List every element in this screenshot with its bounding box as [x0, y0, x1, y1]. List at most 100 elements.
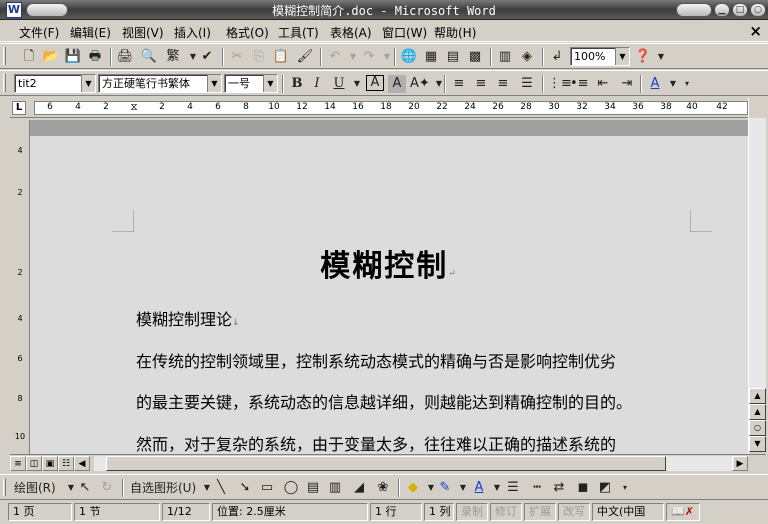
- font-combo[interactable]: 方正硬笔行书繁体 ▼: [98, 74, 222, 93]
- scroll-left-icon[interactable]: ◀: [74, 456, 90, 471]
- underline-icon[interactable]: U: [330, 75, 348, 93]
- status-extend[interactable]: 扩展: [524, 503, 556, 521]
- menu-file[interactable]: 文件(F): [19, 24, 59, 41]
- char-shading-icon[interactable]: A: [388, 75, 406, 93]
- decrease-indent-icon[interactable]: ⇤: [594, 75, 612, 93]
- copy-icon[interactable]: ⎘: [250, 48, 268, 66]
- document-line[interactable]: 的最主要关键，系统动态的信息越详细，则越能达到精确控制的目的。: [136, 389, 632, 413]
- clip-art-icon[interactable]: ❀: [374, 479, 392, 497]
- spelling-icon[interactable]: ✔: [198, 48, 216, 66]
- char-scale-icon[interactable]: A✦: [410, 75, 430, 93]
- select-browse-object-icon[interactable]: ○: [749, 420, 766, 436]
- wordart-icon[interactable]: ◢: [350, 479, 368, 497]
- menu-insert[interactable]: 插入(I): [174, 24, 211, 41]
- menu-view[interactable]: 视图(V): [122, 24, 164, 41]
- increase-indent-icon[interactable]: ⇥: [618, 75, 636, 93]
- font-color-icon[interactable]: A: [470, 479, 488, 497]
- undo-icon[interactable]: ↶: [326, 48, 344, 66]
- format-painter-icon[interactable]: 🖌: [296, 48, 314, 66]
- chevron-down-icon[interactable]: ▼: [81, 75, 95, 92]
- distributed-icon[interactable]: ☰: [518, 75, 536, 93]
- document-line[interactable]: 在传统的控制领域里，控制系统动态模式的精确与否是影响控制优劣: [136, 348, 616, 372]
- print-icon[interactable]: 🖨: [116, 48, 134, 66]
- fill-color-icon[interactable]: ◆: [404, 479, 422, 497]
- menu-window[interactable]: 窗口(W): [382, 24, 427, 41]
- insert-excel-icon[interactable]: ▩: [466, 48, 484, 66]
- vertical-ruler[interactable]: 4 2 2 4 6 8 10: [10, 120, 30, 454]
- new-document-icon[interactable]: 🗋: [20, 48, 38, 66]
- chevron-down-icon[interactable]: ▼: [263, 75, 277, 92]
- toolbar-grip[interactable]: [3, 74, 6, 92]
- status-record[interactable]: 录制: [456, 503, 488, 521]
- zoom-combo[interactable]: 100% ▼: [570, 47, 630, 66]
- document-area[interactable]: 模糊控制↵ 模糊控制理论↓ 在传统的控制领域里，控制系统动态模式的精确与否是影响…: [30, 120, 748, 454]
- arrow-icon[interactable]: ➘: [236, 479, 254, 497]
- vertical-scrollbar[interactable]: ▲ ▲ ○ ▼: [748, 98, 766, 454]
- print-preview-icon[interactable]: 🔍: [140, 48, 158, 66]
- chevron-down-icon[interactable]: ▼: [615, 48, 629, 65]
- horizontal-scrollbar[interactable]: ≡ ◫ ▣ ☷ ◀ ▶: [10, 454, 766, 472]
- scroll-right-icon[interactable]: ▶: [732, 456, 748, 471]
- chevron-down-icon[interactable]: ▼: [652, 48, 670, 66]
- scroll-thumb[interactable]: [106, 456, 666, 471]
- rectangle-icon[interactable]: ▭: [258, 479, 276, 497]
- status-overtype[interactable]: 改写: [558, 503, 590, 521]
- 3d-icon[interactable]: ◩: [596, 479, 614, 497]
- menu-help[interactable]: 帮助(H): [434, 24, 476, 41]
- show-hide-icon[interactable]: ↲: [548, 48, 566, 66]
- italic-icon[interactable]: I: [308, 75, 326, 93]
- font-size-combo[interactable]: 一号 ▼: [224, 74, 278, 93]
- horizontal-ruler[interactable]: L 6 4 2 ⧖ 2 4 6 8 10 12 14 16 18 20 22 2…: [10, 98, 748, 118]
- tables-borders-icon[interactable]: ▦: [422, 48, 440, 66]
- dash-style-icon[interactable]: ┅: [528, 479, 546, 497]
- bullets-icon[interactable]: •≡: [570, 75, 589, 93]
- columns-icon[interactable]: ▥: [496, 48, 514, 66]
- spelling-status-icon[interactable]: 📖✗: [666, 503, 700, 521]
- chevron-down-icon[interactable]: ▼: [348, 75, 366, 93]
- autoshapes-menu-button[interactable]: 自选图形(U): [130, 479, 196, 497]
- numbering-icon[interactable]: ⋮≡: [548, 75, 572, 93]
- status-track-changes[interactable]: 修订: [490, 503, 522, 521]
- align-right-icon[interactable]: ≡: [494, 75, 512, 93]
- tab-selector-icon[interactable]: L: [12, 101, 26, 115]
- line-icon[interactable]: ╲: [212, 479, 230, 497]
- free-rotate-icon[interactable]: ↻: [98, 479, 116, 497]
- oval-icon[interactable]: ◯: [282, 479, 300, 497]
- menu-edit[interactable]: 编辑(E): [70, 24, 111, 41]
- minimize-icon[interactable]: ▁: [714, 3, 730, 17]
- menu-format[interactable]: 格式(O): [226, 24, 269, 41]
- align-justify-icon[interactable]: ≡: [450, 75, 468, 93]
- save-icon[interactable]: 💾: [64, 48, 82, 66]
- menu-tools[interactable]: 工具(T): [278, 24, 319, 41]
- close-document-icon[interactable]: ×: [749, 22, 762, 40]
- line-style-icon[interactable]: ☰: [504, 479, 522, 497]
- next-page-icon[interactable]: ▼: [749, 436, 766, 452]
- drawing-icon[interactable]: ◈: [518, 48, 536, 66]
- close-window-icon[interactable]: ○: [750, 3, 766, 17]
- toolbar-grip[interactable]: [3, 478, 6, 496]
- toolbar-options-icon[interactable]: ▾: [616, 479, 634, 497]
- prev-page-icon[interactable]: ▲: [749, 404, 766, 420]
- align-center-icon[interactable]: ≡: [472, 75, 490, 93]
- web-view-icon[interactable]: ◫: [26, 456, 42, 471]
- vertical-text-box-icon[interactable]: ▥: [326, 479, 344, 497]
- indent-marker-icon[interactable]: ⧖: [124, 102, 144, 113]
- toolbar-options-icon[interactable]: ▾: [678, 75, 696, 93]
- select-objects-icon[interactable]: ↖: [76, 479, 94, 497]
- permission-icon[interactable]: 🖶: [86, 48, 104, 66]
- outline-view-icon[interactable]: ☷: [58, 456, 74, 471]
- chevron-down-icon[interactable]: ▼: [207, 75, 221, 92]
- char-border-icon[interactable]: A: [366, 75, 384, 91]
- menu-table[interactable]: 表格(A): [330, 24, 372, 41]
- traditional-chinese-icon[interactable]: 繁: [164, 48, 182, 66]
- arrow-style-icon[interactable]: ⇄: [550, 479, 568, 497]
- help-icon[interactable]: ❓: [634, 48, 652, 66]
- document-line[interactable]: 然而，对于复杂的系统，由于变量太多，往往难以正确的描述系统的: [136, 431, 616, 454]
- hyperlink-icon[interactable]: 🌐: [400, 48, 418, 66]
- font-color-icon[interactable]: A: [646, 75, 664, 93]
- redo-icon[interactable]: ↷: [360, 48, 378, 66]
- shadow-icon[interactable]: ◼: [574, 479, 592, 497]
- normal-view-icon[interactable]: ≡: [10, 456, 26, 471]
- insert-table-icon[interactable]: ▤: [444, 48, 462, 66]
- draw-menu-button[interactable]: 绘图(R): [14, 479, 56, 497]
